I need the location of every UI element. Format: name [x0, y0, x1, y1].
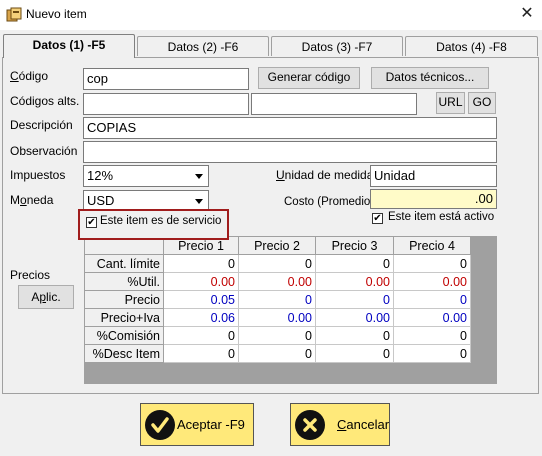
descripcion-input[interactable]: COPIAS — [83, 117, 497, 139]
grid-cell[interactable]: 0 — [393, 254, 471, 273]
x-icon — [295, 410, 325, 440]
row-header: %Comisión — [84, 326, 164, 345]
price-table: Precio 1 Precio 2 Precio 3 Precio 4 Cant… — [84, 236, 471, 363]
servicio-label: Este item es de servicio — [100, 215, 222, 227]
grid-cell[interactable]: 0 — [315, 344, 394, 363]
chevron-down-icon[interactable] — [192, 168, 206, 184]
table-row: Precio+Iva 0.06 0.00 0.00 0.00 — [84, 308, 471, 327]
grid-cell[interactable]: 0 — [238, 344, 316, 363]
row-header: Precio+Iva — [84, 308, 164, 327]
impuestos-select[interactable]: 12% — [83, 165, 209, 187]
column-header: Precio 3 — [315, 236, 394, 255]
costo-input[interactable]: .00 — [370, 189, 497, 209]
row-header: %Util. — [84, 272, 164, 291]
datos-tecnicos-button[interactable]: Datos técnicos... — [371, 67, 489, 89]
grid-cell[interactable]: 0.00 — [393, 308, 471, 327]
codigos-alts-label: Códigos alts. — [10, 94, 80, 108]
moneda-label: Moneda — [10, 193, 54, 207]
grid-cell[interactable]: 0 — [238, 254, 316, 273]
chevron-down-icon[interactable] — [192, 193, 206, 209]
row-header: Precio — [84, 290, 164, 309]
codigo-input[interactable]: cop — [83, 68, 249, 90]
codigo-label: Código — [10, 69, 49, 83]
grid-cell[interactable]: 0.00 — [238, 272, 316, 291]
codigo-alt-2-input[interactable] — [251, 93, 417, 115]
observacion-label: Observación — [10, 144, 78, 158]
servicio-checkbox[interactable]: ✔ — [86, 217, 97, 228]
tab-datos-4[interactable]: Datos (4) -F8 — [405, 36, 538, 56]
aceptar-label: Aceptar -F9 — [177, 417, 245, 432]
codigo-alt-1-input[interactable] — [83, 93, 249, 115]
app-icon — [6, 7, 22, 23]
grid-cell[interactable]: 0 — [163, 326, 239, 345]
cancelar-label: Cancelar — [337, 417, 390, 432]
grid-cell[interactable]: 0 — [315, 290, 394, 309]
row-header: %Desc Item — [84, 344, 164, 363]
grid-cell[interactable]: 0.05 — [163, 290, 239, 309]
aceptar-button[interactable]: Aceptar -F9 — [140, 403, 254, 446]
costo-label: Costo (Promedio) — [284, 196, 375, 208]
descripcion-label: Descripción — [10, 118, 73, 132]
grid-cell[interactable]: 0 — [238, 290, 316, 309]
grid-cell[interactable]: 0 — [393, 290, 471, 309]
tab-datos-2[interactable]: Datos (2) -F6 — [137, 36, 269, 56]
column-header: Precio 4 — [393, 236, 471, 255]
impuestos-label: Impuestos — [10, 168, 66, 182]
activo-label: Este item está activo — [388, 211, 495, 223]
grid-cell[interactable]: 0.00 — [315, 272, 394, 291]
observacion-input[interactable] — [83, 141, 497, 163]
table-row: %Comisión 0 0 0 0 — [84, 326, 471, 345]
generar-codigo-button[interactable]: Generar código — [258, 67, 360, 89]
window-title: Nuevo item — [26, 7, 87, 21]
grid-cell[interactable]: 0 — [315, 326, 394, 345]
cancelar-button[interactable]: Cancelar — [290, 403, 390, 446]
unidad-input[interactable]: Unidad — [370, 165, 497, 187]
table-row: Cant. límite 0 0 0 0 — [84, 254, 471, 273]
grid-cell[interactable]: 0.00 — [315, 308, 394, 327]
grid-cell[interactable]: 0 — [163, 344, 239, 363]
moneda-value: USD — [87, 193, 115, 208]
aplic-button[interactable]: Aplic. — [18, 285, 74, 309]
tab-datos-1[interactable]: Datos (1) -F5 — [3, 34, 135, 58]
grid-cell[interactable]: 0 — [315, 254, 394, 273]
unidad-label: Unidad de medida — [276, 168, 374, 182]
go-button[interactable]: GO — [468, 92, 496, 114]
grid-cell[interactable]: 0 — [393, 344, 471, 363]
table-row: %Desc Item 0 0 0 0 — [84, 344, 471, 363]
activo-checkbox[interactable]: ✔ — [372, 213, 383, 224]
grid-cell[interactable]: 0 — [238, 326, 316, 345]
impuestos-value: 12% — [87, 168, 114, 183]
price-grid: Precio 1 Precio 2 Precio 3 Precio 4 Cant… — [84, 236, 497, 384]
close-icon[interactable]: ✕ — [516, 3, 538, 25]
table-row: %Util. 0.00 0.00 0.00 0.00 — [84, 272, 471, 291]
row-header: Cant. límite — [84, 254, 164, 273]
url-button[interactable]: URL — [436, 92, 465, 114]
tab-datos-3[interactable]: Datos (3) -F7 — [271, 36, 403, 56]
check-icon — [145, 410, 175, 440]
grid-cell[interactable]: 0 — [393, 326, 471, 345]
grid-cell[interactable]: 0.00 — [393, 272, 471, 291]
grid-cell[interactable]: 0.00 — [238, 308, 316, 327]
column-header: Precio 2 — [238, 236, 316, 255]
grid-cell[interactable]: 0 — [163, 254, 239, 273]
grid-cell[interactable]: 0.00 — [163, 272, 239, 291]
precios-label: Precios — [10, 268, 51, 282]
grid-cell[interactable]: 0.06 — [163, 308, 239, 327]
table-row: Precio 0.05 0 0 0 — [84, 290, 471, 309]
